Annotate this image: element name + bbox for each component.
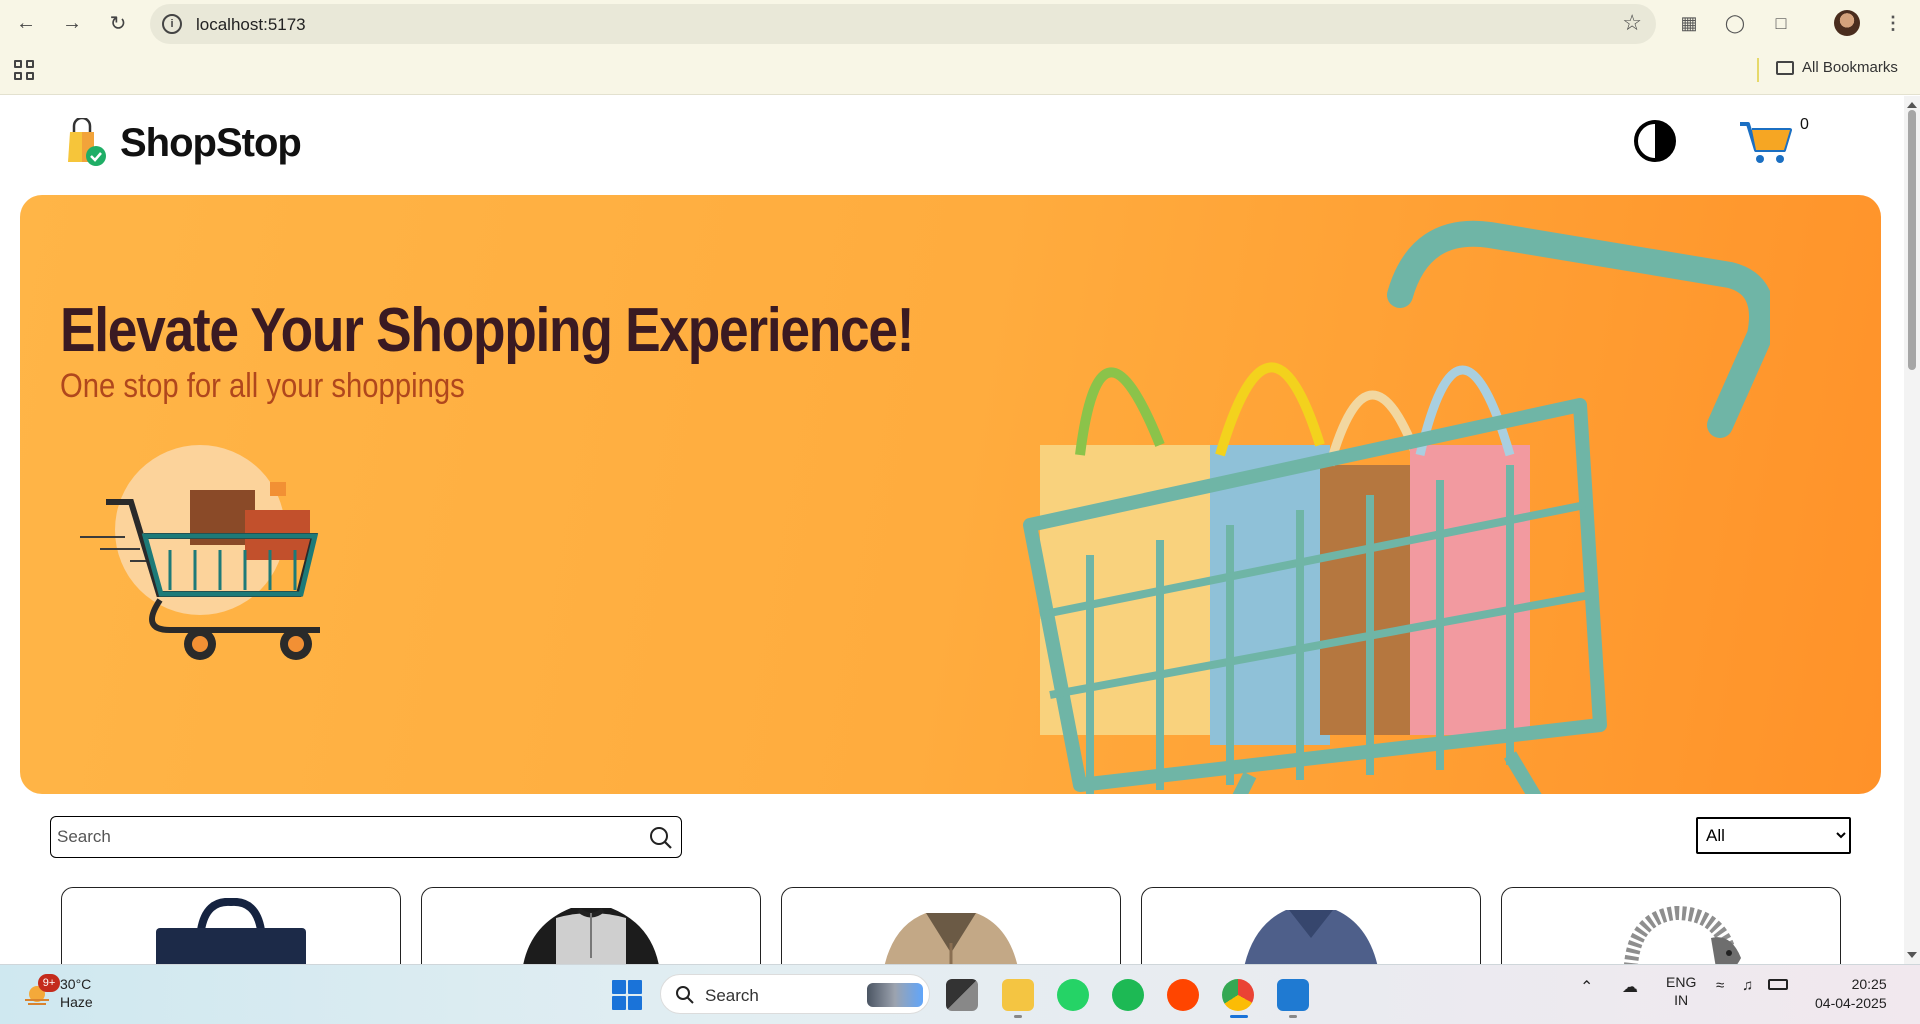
apps-grid-icon[interactable] (14, 60, 34, 80)
all-bookmarks-label: All Bookmarks (1802, 59, 1898, 76)
bookmarks-bar: All Bookmarks (0, 50, 1920, 90)
brand-name: ShopStop (120, 120, 302, 165)
page-viewport: ShopStop 0 Elevate Your Shopping Experie… (0, 96, 1904, 964)
hero-banner: Elevate Your Shopping Experience! One st… (20, 195, 1881, 794)
scroll-up-arrow-icon[interactable] (1907, 102, 1917, 108)
region-code: IN (1674, 992, 1689, 1008)
reddit-icon[interactable] (1167, 979, 1199, 1011)
product-image-raglan-tshirt (523, 907, 659, 964)
address-bar[interactable]: i localhost:5173 ☆ (150, 4, 1656, 44)
category-filter-select[interactable]: All (1696, 817, 1851, 854)
product-image-beige-jacket (884, 913, 1018, 964)
small-cart-illustration (80, 445, 320, 660)
taskbar-search-label: Search (705, 986, 759, 1005)
wifi-icon[interactable]: ≈ (1716, 977, 1724, 994)
page-scrollbar[interactable] (1904, 96, 1920, 964)
windows-start-icon[interactable] (612, 980, 642, 1010)
chevron-up-icon[interactable]: ⌃ (1580, 977, 1593, 997)
weather-widget[interactable]: 9+ 30°C Haze (22, 974, 93, 1011)
hero-subtitle: One stop for all your shoppings (60, 367, 465, 405)
file-explorer-icon[interactable] (1002, 979, 1034, 1011)
notification-badge: 9+ (38, 974, 60, 992)
browser-chrome: ← → ↻ i localhost:5173 ☆ ▦ ◯ □ ⋮ All Boo… (0, 0, 1920, 95)
running-indicator (1289, 1015, 1297, 1018)
weather-description: Haze (60, 994, 93, 1010)
site-info-icon[interactable]: i (162, 14, 182, 34)
taskbar: 9+ 30°C Haze Search ⌃ ☁ ENG IN ≈ ♫ 20:25… (0, 964, 1920, 1024)
product-card[interactable] (421, 887, 761, 964)
profile-avatar[interactable] (1834, 10, 1860, 36)
shield-extension-icon[interactable]: ◯ (1722, 10, 1748, 36)
folder-icon (1776, 60, 1794, 75)
bookmark-star-icon[interactable]: ☆ (1622, 10, 1642, 36)
taskbar-search-box[interactable]: Search (660, 974, 930, 1014)
puzzle-extensions-icon[interactable]: □ (1768, 10, 1794, 36)
product-card[interactable] (1141, 887, 1481, 964)
chrome-icon[interactable] (1222, 979, 1254, 1011)
language-indicator[interactable]: ENG IN (1666, 973, 1696, 1009)
product-image-navy-bag (156, 898, 306, 964)
volume-icon[interactable]: ♫ (1742, 977, 1753, 994)
spotify-icon[interactable] (1112, 979, 1144, 1011)
reload-icon[interactable]: ↻ (100, 9, 136, 37)
back-icon[interactable]: ← (8, 9, 44, 37)
haze-weather-icon: 9+ (22, 974, 60, 1008)
product-image-blue-vneck-shirt (1244, 910, 1378, 964)
vscode-icon[interactable] (1277, 979, 1309, 1011)
search-highlight-image (867, 983, 923, 1007)
system-clock[interactable]: 20:25 04-04-2025 (1815, 975, 1887, 1013)
cart-count-badge: 0 (1800, 116, 1809, 133)
cart-icon[interactable] (1738, 116, 1794, 166)
menu-kebab-icon[interactable]: ⋮ (1880, 10, 1906, 36)
brand-logo[interactable]: ShopStop (60, 118, 302, 168)
product-card[interactable] (61, 887, 401, 964)
search-box (50, 816, 682, 858)
product-image-dragon-bracelet (1624, 905, 1741, 964)
product-card[interactable] (1501, 887, 1841, 964)
clock-time: 20:25 (1851, 976, 1887, 992)
bookmarks-divider (1757, 58, 1759, 82)
search-input[interactable] (57, 825, 617, 849)
onedrive-cloud-icon[interactable]: ☁ (1622, 977, 1638, 997)
scrollbar-thumb[interactable] (1908, 110, 1916, 370)
running-indicator (1014, 1015, 1022, 1018)
all-bookmarks-button[interactable]: All Bookmarks (1776, 59, 1898, 76)
search-icon (676, 986, 694, 1004)
whatsapp-icon[interactable] (1057, 979, 1089, 1011)
active-indicator (1230, 1015, 1248, 1018)
hero-title: Elevate Your Shopping Experience! (60, 296, 915, 365)
scroll-down-arrow-icon[interactable] (1907, 952, 1917, 958)
url-text[interactable]: localhost:5173 (196, 15, 306, 35)
extension-icon[interactable]: ▦ (1676, 10, 1702, 36)
taskview-app-icon[interactable] (946, 979, 978, 1011)
product-card[interactable] (781, 887, 1121, 964)
forward-icon[interactable]: → (54, 9, 90, 37)
shopping-bag-check-icon (68, 118, 106, 166)
weather-temperature: 30°C (60, 976, 92, 992)
clock-date: 04-04-2025 (1815, 995, 1887, 1011)
shopping-cart-bags-image (1023, 220, 1770, 794)
theme-toggle-icon[interactable] (1634, 120, 1676, 162)
battery-icon[interactable] (1768, 979, 1788, 990)
search-icon[interactable] (647, 825, 673, 851)
language-code: ENG (1666, 974, 1697, 990)
